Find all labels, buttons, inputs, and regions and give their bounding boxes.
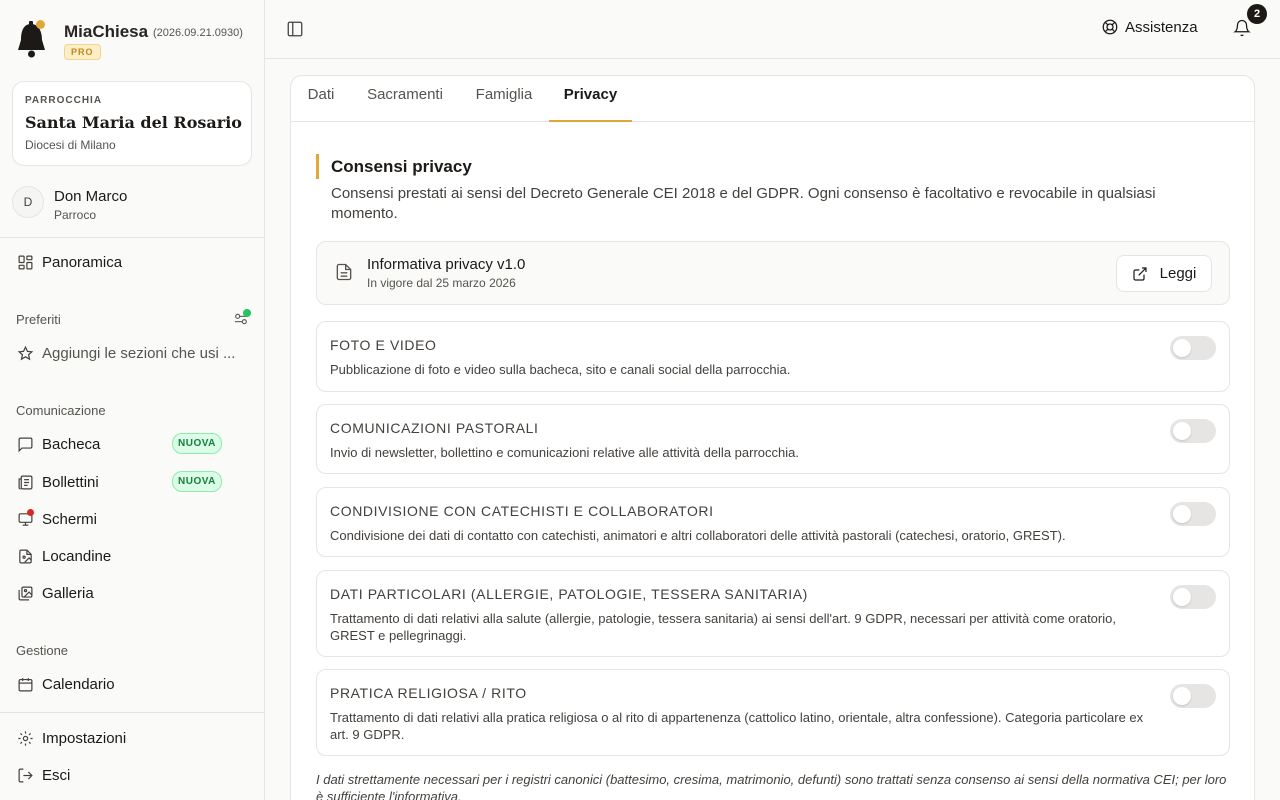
consent-card: CONDIVISIONE CON CATECHISTI E COLLABORAT…: [316, 487, 1230, 557]
new-badge: NUOVA: [172, 471, 222, 492]
help-label: Assistenza: [1125, 18, 1198, 36]
consent-card: PRATICA RELIGIOSA / RITO Trattamento di …: [316, 669, 1230, 756]
consent-toggle[interactable]: [1170, 585, 1216, 609]
sidebar-item-locandine[interactable]: Locandine: [12, 541, 252, 571]
tab-dati[interactable]: Dati: [291, 76, 351, 122]
consent-title: DATI PARTICOLARI (ALLERGIE, PATOLOGIE, T…: [330, 586, 808, 602]
privacy-policy-box: Informativa privacy v1.0 In vigore dal 2…: [316, 241, 1230, 305]
sidebar: MiaChiesa (2026.09.21.0930) PRO PARROCCH…: [0, 0, 265, 800]
parish-card[interactable]: PARROCCHIA Santa Maria del Rosario Dioce…: [12, 81, 252, 166]
top-bar: Assistenza 2: [265, 0, 1280, 59]
alert-dot: [27, 509, 34, 516]
sidebar-item-label: Panoramica: [42, 253, 123, 271]
sidebar-item-schermi[interactable]: Schermi: [12, 504, 252, 534]
bell-logo-icon: [14, 18, 50, 60]
read-policy-label: Leggi: [1159, 265, 1197, 282]
consent-description: Trattamento di dati relativi alla salute…: [330, 611, 1116, 643]
parish-kicker: PARROCCHIA: [25, 95, 103, 106]
sidebar-item-galleria[interactable]: Galleria: [12, 578, 252, 608]
user-role: Parroco: [54, 208, 97, 222]
gear-icon: [16, 729, 34, 747]
sidebar-item-bollettini[interactable]: Bollettini NUOVA: [12, 467, 252, 497]
parish-diocese: Diocesi di Milano: [25, 138, 116, 152]
lifebuoy-icon: [1102, 19, 1118, 35]
tab-famiglia[interactable]: Famiglia: [459, 76, 549, 122]
section-title: Consensi privacy: [331, 157, 472, 176]
sidebar-item-label: Esci: [42, 766, 71, 784]
consent-toggle[interactable]: [1170, 336, 1216, 360]
consent-toggle[interactable]: [1170, 684, 1216, 708]
help-button[interactable]: Assistenza: [1101, 18, 1198, 36]
consent-description: Pubblicazione di foto e video sulla bach…: [330, 362, 791, 377]
consent-card: COMUNICAZIONI PASTORALI Invio di newslet…: [316, 404, 1230, 474]
newspaper-icon: [16, 473, 34, 491]
sidebar-item-panoramica[interactable]: Panoramica: [12, 247, 252, 277]
star-icon: [16, 344, 34, 362]
gallery-icon: [16, 584, 34, 602]
canonical-registers-footnote: I dati strettamente necessari per i regi…: [316, 772, 1227, 800]
sidebar-toggle-icon[interactable]: [286, 20, 306, 40]
sidebar-item-label: Galleria: [42, 584, 94, 602]
divider: [0, 237, 264, 238]
sidebar-item-calendario[interactable]: Calendario: [12, 669, 252, 699]
sidebar-item-impostazioni[interactable]: Impostazioni: [12, 723, 252, 753]
consent-description: Trattamento di dati relativi alla pratic…: [330, 710, 1144, 742]
sidebar-item-bacheca[interactable]: Bacheca NUOVA: [12, 429, 252, 459]
consent-toggle[interactable]: [1170, 419, 1216, 443]
section-description: Consensi prestati ai sensi del Decreto G…: [331, 185, 1156, 222]
consent-description: Invio di newsletter, bollettino e comuni…: [330, 445, 799, 460]
divider: [0, 712, 264, 713]
sidebar-item-esci[interactable]: Esci: [12, 760, 252, 790]
logout-icon: [16, 766, 34, 784]
policy-date: In vigore dal 25 marzo 2026: [367, 276, 516, 290]
consent-toggle[interactable]: [1170, 502, 1216, 526]
sidebar-item-label: Calendario: [42, 675, 115, 693]
favorites-add-hint[interactable]: Aggiungi le sezioni che usi ...: [12, 338, 252, 368]
consent-card: FOTO E VIDEO Pubblicazione di foto e vid…: [316, 321, 1230, 392]
tab-sacramenti[interactable]: Sacramenti: [351, 76, 459, 122]
favorites-settings-icon[interactable]: [233, 309, 251, 329]
external-link-icon: [1133, 266, 1147, 281]
communication-label: Comunicazione: [16, 403, 106, 418]
consent-title: CONDIVISIONE CON CATECHISTI E COLLABORAT…: [330, 503, 714, 519]
monitor-icon: [16, 509, 34, 528]
sidebar-item-label: Locandine: [42, 547, 112, 565]
favorites-label: Preferiti: [16, 312, 61, 327]
consent-description: Condivisione dei dati di contatto con ca…: [330, 528, 1066, 543]
parish-name: Santa Maria del Rosario: [25, 113, 242, 132]
sidebar-item-label: Schermi: [42, 510, 98, 528]
sidebar-item-label: Bacheca: [42, 435, 101, 453]
notifications-count-badge: 2: [1247, 4, 1267, 24]
pro-badge: PRO: [64, 44, 101, 60]
consent-title: FOTO E VIDEO: [330, 337, 437, 353]
management-label: Gestione: [16, 643, 69, 658]
dashboard-icon: [16, 253, 34, 271]
avatar: D: [12, 186, 44, 218]
sidebar-item-label: Bollettini: [42, 473, 99, 491]
sidebar-item-label: Impostazioni: [42, 729, 127, 747]
brand-logo[interactable]: [14, 18, 50, 60]
brand-version: (2026.09.21.0930): [153, 27, 243, 39]
file-image-icon: [16, 547, 34, 565]
consent-card: DATI PARTICOLARI (ALLERGIE, PATOLOGIE, T…: [316, 570, 1230, 657]
new-badge: NUOVA: [172, 433, 222, 454]
main-card: Dati Sacramenti Famiglia Privacy Consens…: [290, 75, 1255, 800]
consent-title: PRATICA RELIGIOSA / RITO: [330, 685, 527, 701]
user-profile[interactable]: D Don Marco Parroco: [12, 186, 127, 222]
section-accent-bar: [316, 154, 319, 179]
message-square-icon: [16, 435, 34, 453]
tab-privacy[interactable]: Privacy: [549, 76, 632, 122]
user-name: Don Marco: [54, 188, 128, 205]
calendar-icon: [16, 675, 34, 693]
sidebar-item-label: Aggiungi le sezioni che usi ...: [42, 344, 236, 362]
tab-bar: Dati Sacramenti Famiglia Privacy: [291, 76, 1254, 122]
consent-title: COMUNICAZIONI PASTORALI: [330, 420, 539, 436]
document-icon: [334, 262, 354, 287]
read-policy-button[interactable]: Leggi: [1116, 255, 1212, 292]
brand-name: MiaChiesa: [64, 22, 149, 41]
policy-title: Informativa privacy v1.0: [367, 256, 526, 273]
